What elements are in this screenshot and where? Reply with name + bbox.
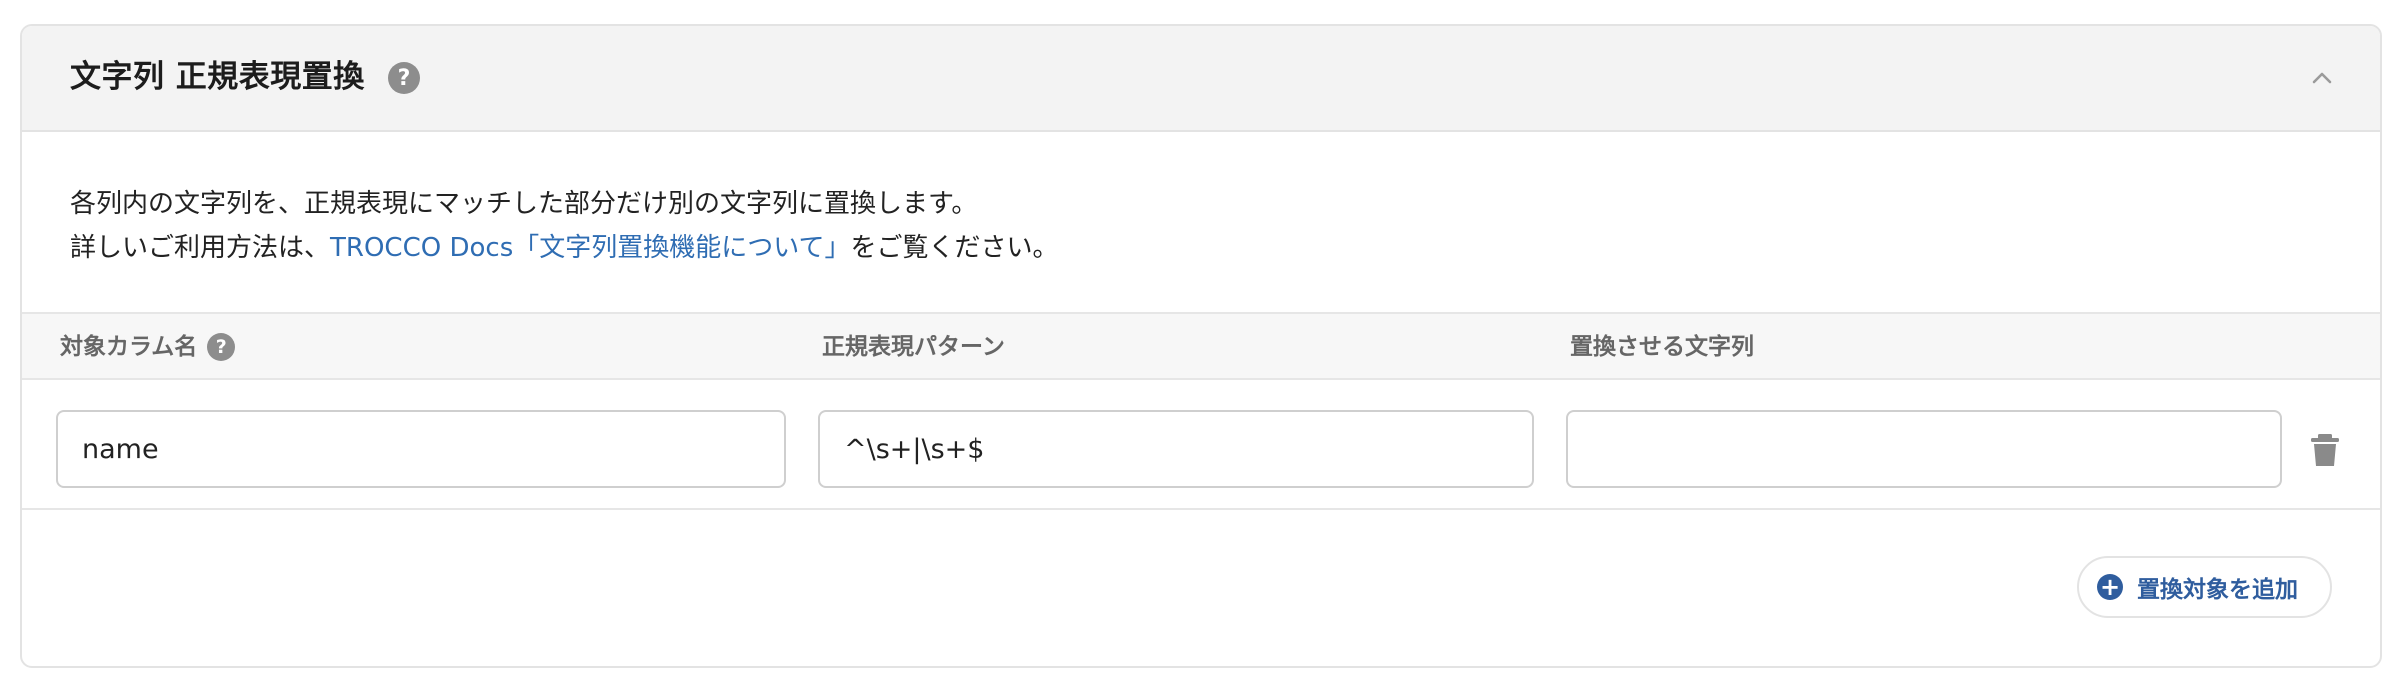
- panel-header[interactable]: 文字列 正規表現置換 ?: [22, 26, 2380, 132]
- target-column-input[interactable]: [56, 410, 786, 488]
- description-line1: 各列内の文字列を、正規表現にマッチした部分だけ別の文字列に置換します。: [70, 189, 978, 219]
- docs-link[interactable]: TROCCO Docs「文字列置換機能について」: [330, 233, 850, 263]
- description-line2: 詳しいご利用方法は、TROCCO Docs「文字列置換機能について」をご覧くださ…: [70, 226, 1058, 270]
- column-header-target-column: 対象カラム名 ?: [60, 332, 236, 362]
- panel-description: 各列内の文字列を、正規表現にマッチした部分だけ別の文字列に置換します。 詳しいご…: [70, 182, 1058, 270]
- table-row: [22, 380, 2380, 510]
- chevron-up-icon[interactable]: [2308, 64, 2336, 92]
- column-header-label: 置換させる文字列: [1570, 334, 1754, 360]
- description-suffix: をご覧ください。: [850, 233, 1059, 263]
- add-button-label: 置換対象を追加: [2137, 577, 2298, 603]
- column-header-pattern: 正規表現パターン: [822, 332, 1005, 362]
- question-circle-icon[interactable]: ?: [388, 62, 420, 94]
- regex-replace-panel: 文字列 正規表現置換 ? 各列内の文字列を、正規表現にマッチした部分だけ別の文字…: [20, 24, 2382, 668]
- question-circle-icon[interactable]: ?: [207, 333, 236, 361]
- add-replacement-button[interactable]: + 置換対象を追加: [2077, 556, 2332, 618]
- panel-title: 文字列 正規表現置換: [70, 59, 365, 95]
- column-header-label: 対象カラム名: [60, 334, 198, 360]
- description-prefix: 詳しいご利用方法は、: [70, 233, 331, 263]
- column-header-label: 正規表現パターン: [822, 334, 1005, 360]
- regex-pattern-input[interactable]: [818, 410, 1534, 488]
- replacement-string-input[interactable]: [1566, 410, 2282, 488]
- trash-icon[interactable]: [2308, 432, 2342, 468]
- table-header: 対象カラム名 ? 正規表現パターン 置換させる文字列: [22, 312, 2380, 380]
- column-header-replacement: 置換させる文字列: [1570, 332, 1754, 362]
- plus-circle-icon: +: [2097, 574, 2123, 600]
